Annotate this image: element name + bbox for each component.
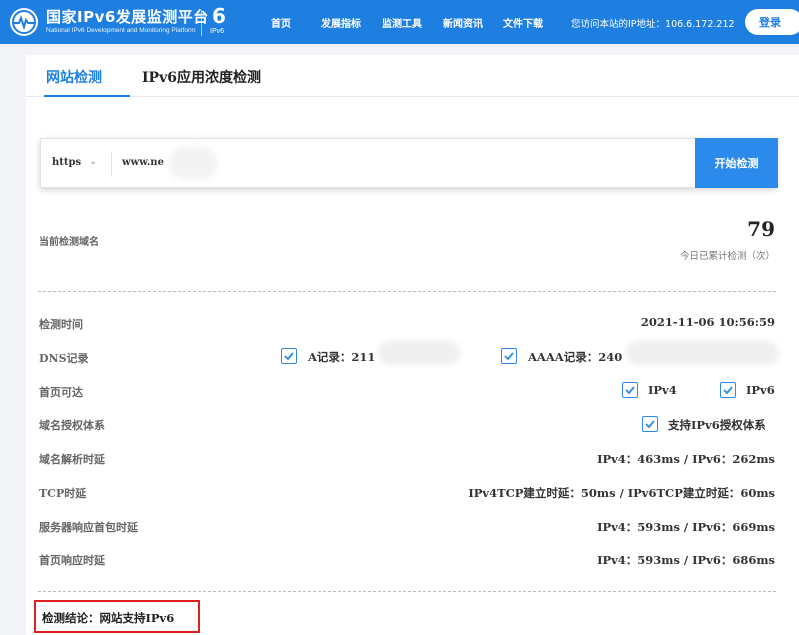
home-reach-label: 首页可达: [39, 386, 83, 399]
page-latency-label: 首页响应时延: [39, 554, 105, 567]
pulse-globe-icon[interactable]: [10, 8, 38, 36]
dns-a-record: A记录：211: [308, 350, 376, 364]
first-packet-label: 服务器响应首包时延: [39, 521, 138, 534]
redacted-blur: [378, 341, 460, 365]
ipv6-logo-label: IPv6: [210, 28, 225, 35]
tcp-label: TCP时延: [39, 487, 87, 500]
dns-aaaa-record: AAAA记录：240: [528, 350, 623, 364]
start-detection-button[interactable]: 开始检测: [695, 138, 778, 188]
current-domain-label: 当前检测域名: [39, 237, 99, 248]
nav-news[interactable]: 新闻资讯: [443, 15, 483, 30]
resolve-value: IPv4：463ms / IPv6：262ms: [597, 452, 775, 466]
tcp-value: IPv4TCP建立时延：50ms / IPv6TCP建立时延：60ms: [468, 486, 775, 500]
dns-a-checkbox[interactable]: [281, 348, 297, 364]
conclusion-highlight: 检测结论：网站支持IPv6: [34, 600, 200, 633]
auth-label: 域名授权体系: [39, 419, 105, 432]
ipv6-logo-icon: 6 IPv6: [210, 4, 226, 35]
nav-downloads[interactable]: 文件下载: [503, 15, 543, 30]
auth-value: 支持IPv6授权体系: [668, 418, 766, 432]
active-tab-indicator: [44, 95, 130, 97]
url-search-box: https ⌄ www.ne 开始检测: [40, 138, 778, 188]
time-label: 检测时间: [39, 318, 83, 331]
protocol-divider: [111, 151, 112, 177]
nav-indicators[interactable]: 发展指标: [321, 15, 361, 30]
home-ipv6-checkbox[interactable]: [720, 382, 736, 398]
tab-ipv6-app-detection[interactable]: IPv6应用浓度检测: [142, 67, 261, 87]
time-value: 2021-11-06 10:56:59: [640, 315, 775, 329]
brand-divider: [201, 10, 202, 36]
home-ipv4-label: IPv4: [648, 383, 677, 397]
nav-home[interactable]: 首页: [271, 15, 291, 30]
home-ipv6-label: IPv6: [746, 383, 775, 397]
detection-conclusion: 检测结论：网站支持IPv6: [42, 611, 175, 625]
page-latency-value: IPv4：593ms / IPv6：686ms: [597, 553, 775, 567]
visitor-ip-info: 您访问本站的IP地址：106.6.172.212: [571, 19, 735, 30]
tab-bar: 网站检测 IPv6应用浓度检测: [26, 55, 799, 97]
site-title[interactable]: 国家IPv6发展监测平台: [46, 6, 209, 27]
detection-count-label: 今日已累计检测（次）: [679, 251, 775, 262]
divider: [38, 591, 776, 592]
first-packet-value: IPv4：593ms / IPv6：669ms: [597, 520, 775, 534]
detection-count: 79: [747, 217, 775, 241]
home-ipv4-checkbox[interactable]: [622, 382, 638, 398]
login-button[interactable]: 登录: [745, 9, 799, 35]
nav-tools[interactable]: 监测工具: [382, 15, 422, 30]
site-subtitle: National IPv6 Development and Monitoring…: [46, 27, 196, 34]
url-input[interactable]: www.ne: [122, 157, 164, 168]
dns-label: DNS记录: [39, 352, 89, 365]
redacted-blur: [626, 341, 779, 365]
dns-aaaa-checkbox[interactable]: [501, 348, 517, 364]
detection-card: 网站检测 IPv6应用浓度检测 https ⌄ www.ne 开始检测 当前检测…: [26, 55, 799, 635]
tab-website-detection[interactable]: 网站检测: [46, 67, 102, 87]
top-nav-bar: 国家IPv6发展监测平台 National IPv6 Development a…: [0, 0, 799, 44]
resolve-label: 域名解析时延: [39, 453, 105, 466]
auth-checkbox[interactable]: [642, 416, 658, 432]
protocol-select[interactable]: https: [52, 157, 81, 168]
redacted-blur: [169, 147, 217, 179]
chevron-down-icon[interactable]: ⌄: [89, 156, 97, 167]
divider: [38, 291, 776, 292]
